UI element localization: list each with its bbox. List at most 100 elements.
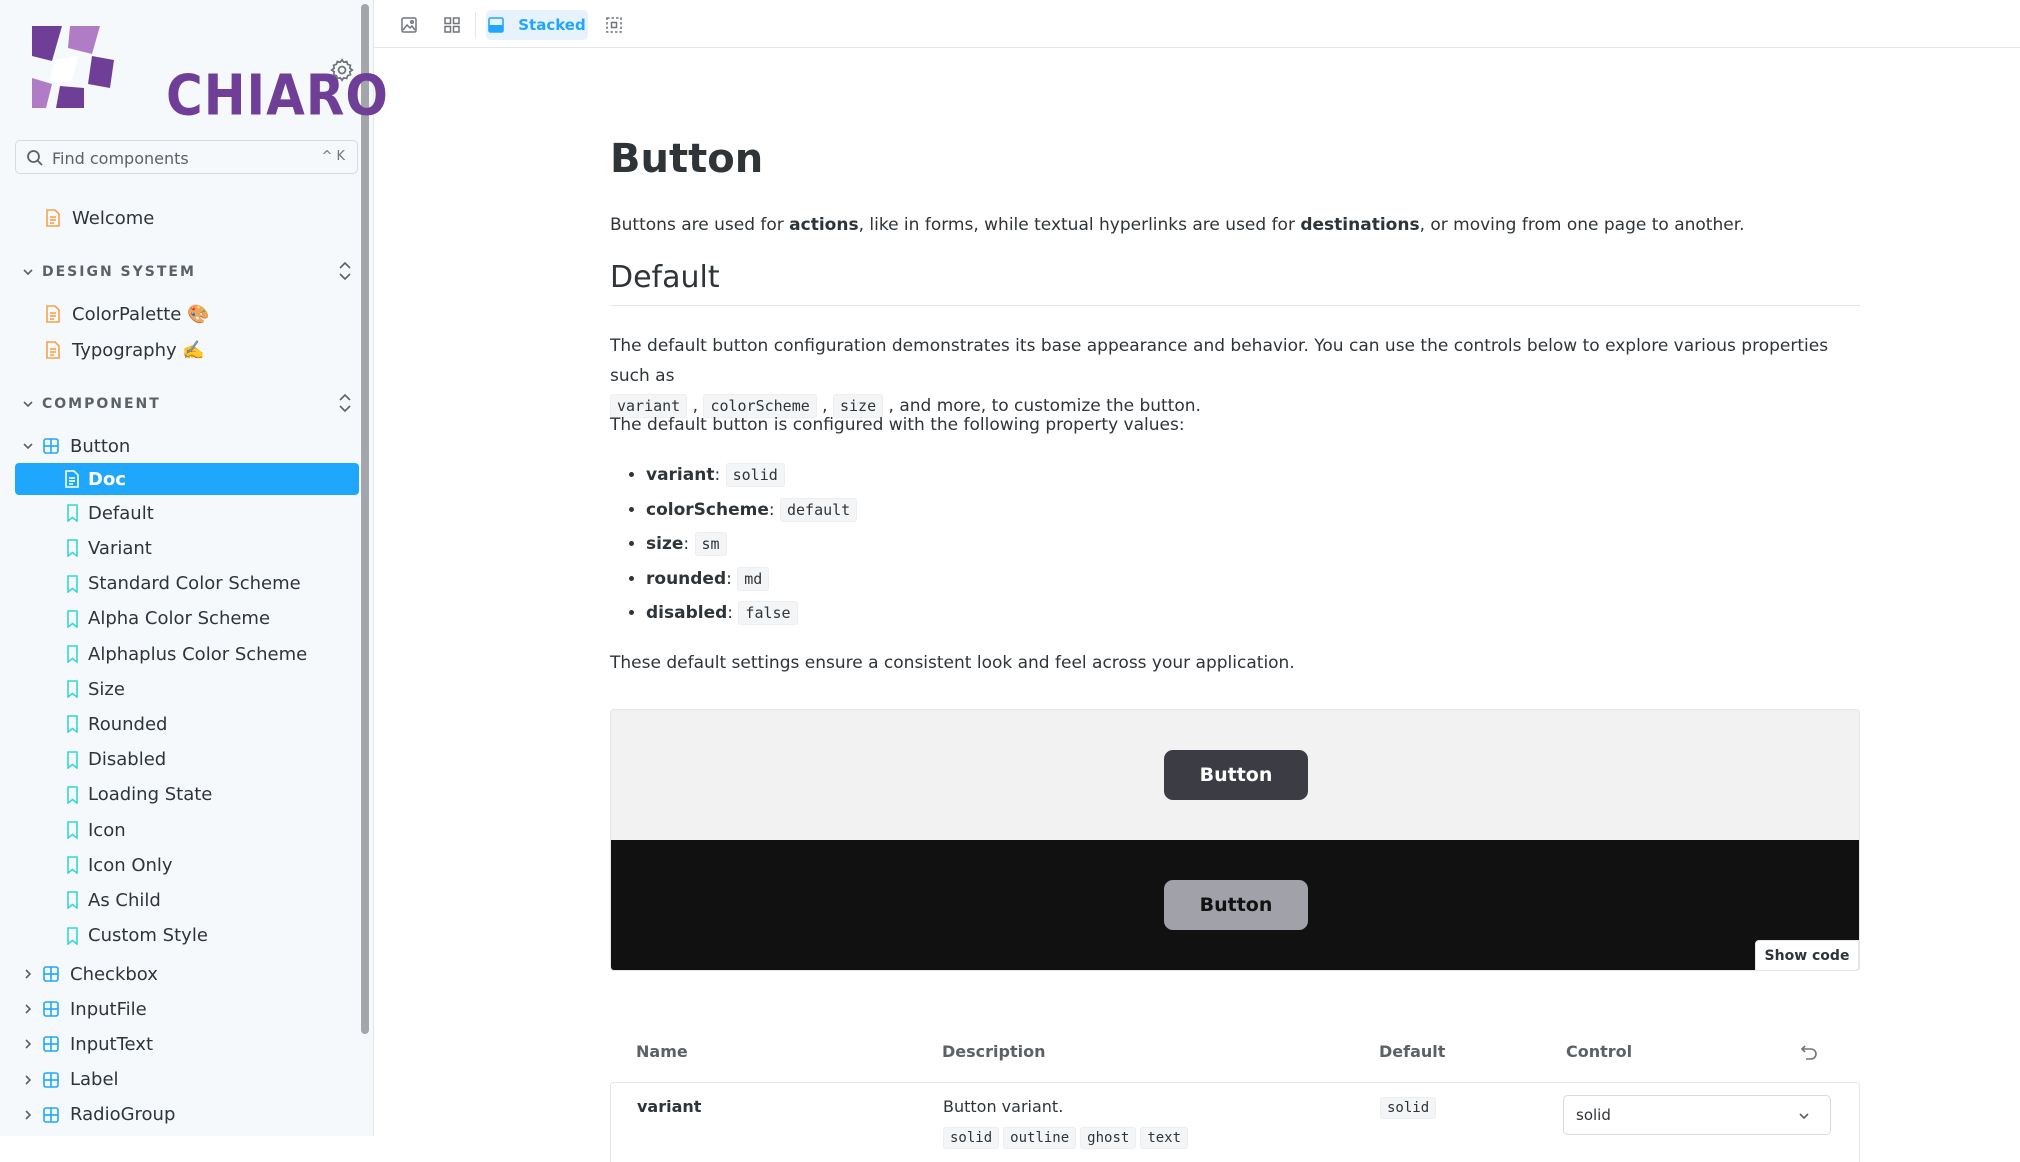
bookmark-icon [64,504,80,523]
bookmark-icon [64,539,80,558]
sidebar-story-size[interactable]: Size [64,673,125,705]
image-icon [401,17,417,33]
document-icon [64,470,80,488]
sidebar-item-label: Icon [88,819,126,841]
configured-paragraph: The default button is configured with th… [610,415,1185,435]
sidebar-item-inputfile[interactable]: InputFile [22,993,147,1025]
show-code-button[interactable]: Show code [1755,940,1859,970]
bookmark-icon [64,680,80,699]
toolbar-stacked-label: Stacked [518,16,586,34]
bookmark-icon [64,609,80,628]
stacked-layout-icon [488,17,505,33]
sidebar-item-label: Loading State [88,784,213,806]
sidebar-item-label: Variant [88,537,152,559]
bookmark-icon [64,715,80,734]
bookmark-icon [64,891,80,910]
grid-icon [444,17,460,33]
sidebar-item-label: Size [88,678,125,700]
toolbar-divider [475,12,476,38]
sidebar-item-label: Label [70,1069,119,1091]
search-input[interactable] [50,145,304,171]
expand-collapse-icon[interactable] [338,393,352,413]
demo-button-dark[interactable]: Button [1164,880,1308,930]
sidebar-item-button[interactable]: Button [22,430,130,462]
sidebar-story-icon[interactable]: Icon [64,814,126,846]
expand-collapse-icon[interactable] [338,261,352,281]
variant-select[interactable]: solid [1563,1095,1831,1135]
table-row: variant Button variant. solid outline ghos… [610,1082,1860,1162]
toolbar-grid-button[interactable] [437,10,467,40]
sidebar-scrollbar[interactable] [361,4,369,1034]
group-title: DESIGN SYSTEM [42,264,196,280]
property-list: variant: solid colorScheme: default size… [610,458,858,631]
component-icon [40,1106,62,1123]
sidebar: CHIARO ^ K Welcome DESIGN SYSTEM ColorPa… [0,0,388,1136]
preview-dark-theme: Button Show code [611,840,1859,970]
sidebar-item-label: InputFile [70,998,147,1020]
sidebar-story-alpha-color-scheme[interactable]: Alpha Color Scheme [64,603,270,635]
sidebar-story-as-child[interactable]: As Child [64,884,161,916]
sidebar-story-rounded[interactable]: Rounded [64,708,167,740]
sidebar-story-default[interactable]: Default [64,497,154,529]
group-design-system[interactable]: DESIGN SYSTEM [22,257,352,287]
sidebar-item-label: Welcome [72,207,155,229]
list-item: size: sm [646,527,857,562]
description-paragraph: The default button configuration demonst… [610,336,1829,418]
column-header-description: Description [942,1042,1046,1061]
sidebar-story-variant[interactable]: Variant [64,532,152,564]
preview-canvas: Button Button Show code [610,709,1860,971]
sidebar-item-checkbox[interactable]: Checkbox [22,958,158,990]
list-item: colorScheme: default [646,493,858,528]
arg-default: solid [1380,1097,1440,1119]
toolbar: Stacked [374,0,2020,48]
sidebar-item-welcome[interactable]: Welcome [42,202,154,234]
group-component[interactable]: COMPONENT [22,389,352,419]
column-header-default: Default [1379,1042,1446,1061]
chevron-right-icon [22,1003,34,1015]
sidebar-story-standard-color-scheme[interactable]: Standard Color Scheme [64,568,301,600]
sidebar-story-icon-only[interactable]: Icon Only [64,849,173,881]
toolbar-outline-button[interactable] [599,10,629,40]
sidebar-item-inputtext[interactable]: InputText [22,1028,153,1060]
search-box: ^ K [15,140,358,174]
list-item: disabled: false [646,596,857,631]
bookmark-icon [64,574,80,593]
document-icon [42,305,64,323]
sidebar-item-label: Doc [88,468,126,490]
sidebar-story-disabled[interactable]: Disabled [64,744,166,776]
sidebar-item-radiogroup[interactable]: RadioGroup [22,1099,175,1131]
intro-paragraph: Buttons are used for actions, like in fo… [610,215,1745,235]
arg-name: variant [637,1097,702,1116]
sidebar-story-custom-style[interactable]: Custom Style [64,920,208,952]
sidebar-item-label: Alpha Color Scheme [88,608,271,630]
arg-options: solid outline ghost text [943,1127,1192,1149]
sidebar-story-loading-state[interactable]: Loading State [64,779,212,811]
outline-icon [606,17,622,33]
settings-button[interactable] [329,57,355,83]
demo-button-light[interactable]: Button [1164,750,1308,800]
list-item: variant: solid [646,458,857,493]
sidebar-story-alphaplus-color-scheme[interactable]: Alphaplus Color Scheme [64,638,307,670]
chevron-down-icon [23,443,33,450]
section-title: Default [610,260,1860,306]
chevron-right-icon [22,1109,34,1121]
component-icon [40,1036,62,1053]
logo[interactable]: CHIARO [32,26,388,128]
sidebar-item-label: As Child [88,889,161,911]
bookmark-icon [64,926,80,945]
sidebar-item-label[interactable]: Label [22,1064,119,1096]
sidebar-item-label: InputText [70,1033,154,1055]
gear-icon [330,58,354,82]
bookmark-icon [64,821,80,839]
sidebar-item-typography[interactable]: Typography ✍️ [42,334,205,366]
sidebar-item-colorpalette[interactable]: ColorPalette 🎨 [42,298,209,330]
logo-text: CHIARO [166,63,389,128]
component-icon [40,438,62,454]
toolbar-image-button[interactable] [394,10,424,40]
toolbar-stacked-button[interactable]: Stacked [486,10,588,40]
reset-controls-icon[interactable] [1800,1044,1818,1060]
group-title: COMPONENT [42,396,161,412]
sidebar-story-doc[interactable]: Doc [15,463,359,495]
chevron-right-icon [22,1074,34,1086]
sidebar-item-label: Default [88,502,154,524]
